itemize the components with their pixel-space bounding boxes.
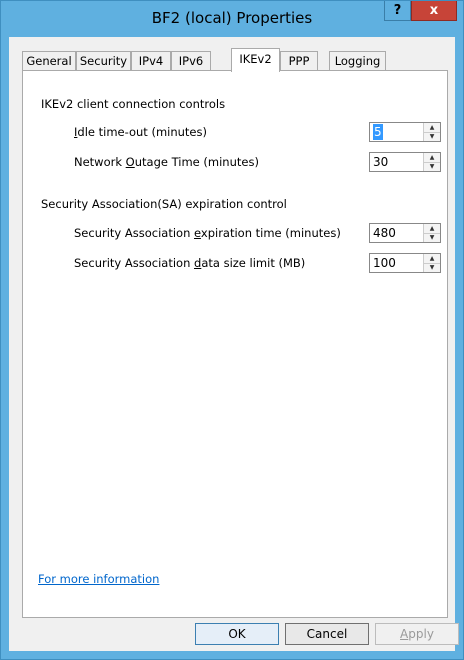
tab-general[interactable]: General [22, 51, 76, 71]
properties-dialog: BF2 (local) Properties ? x General Secur… [0, 0, 464, 660]
idle-timeout-value[interactable]: 5 [373, 124, 383, 140]
sa-data-size-value[interactable]: 100 [373, 255, 396, 271]
network-outage-label: Network Outage Time (minutes) [74, 155, 259, 169]
cancel-button[interactable]: Cancel [285, 623, 369, 645]
dialog-client-area: General Security IPv4 IPv6 IKEv2 PPP Log… [9, 37, 459, 651]
ikev2-tab-panel: IKEv2 client connection controls Idle ti… [22, 70, 448, 618]
spin-down-icon[interactable]: ▼ [424, 132, 440, 141]
sa-data-size-spin-buttons: ▲ ▼ [423, 254, 440, 272]
apply-button[interactable]: Apply [375, 623, 459, 645]
help-button[interactable]: ? [384, 1, 411, 21]
idle-timeout-label: Idle time-out (minutes) [74, 125, 207, 139]
sa-expiration-label: Security Association expiration time (mi… [74, 226, 341, 240]
spin-down-icon[interactable]: ▼ [424, 263, 440, 272]
sa-data-size-spinner[interactable]: 100 ▲ ▼ [369, 253, 441, 273]
close-button[interactable]: x [411, 1, 457, 21]
sa-expiration-spinner[interactable]: 480 ▲ ▼ [369, 223, 441, 243]
tab-logging[interactable]: Logging [329, 51, 386, 71]
sa-expiration-spin-buttons: ▲ ▼ [423, 224, 440, 242]
sa-data-size-label: Security Association data size limit (MB… [74, 256, 306, 270]
tab-ipv4[interactable]: IPv4 [131, 51, 171, 71]
client-controls-heading: IKEv2 client connection controls [41, 97, 226, 111]
ok-button[interactable]: OK [195, 623, 279, 645]
sa-controls-heading: Security Association(SA) expiration cont… [41, 197, 287, 211]
more-information-link[interactable]: For more information [38, 572, 159, 586]
spin-down-icon[interactable]: ▼ [424, 162, 440, 171]
network-outage-spin-buttons: ▲ ▼ [423, 153, 440, 171]
idle-timeout-spinner[interactable]: 5 ▲ ▼ [369, 122, 441, 142]
tab-ppp[interactable]: PPP [280, 51, 318, 71]
network-outage-value[interactable]: 30 [373, 154, 388, 170]
network-outage-spinner[interactable]: 30 ▲ ▼ [369, 152, 441, 172]
sa-expiration-value[interactable]: 480 [373, 225, 396, 241]
title-bar[interactable]: BF2 (local) Properties ? x [1, 1, 463, 37]
tab-ipv6[interactable]: IPv6 [171, 51, 211, 71]
spin-down-icon[interactable]: ▼ [424, 233, 440, 242]
tab-ikev2[interactable]: IKEv2 [231, 48, 280, 72]
tab-security[interactable]: Security [76, 51, 131, 71]
idle-timeout-spin-buttons: ▲ ▼ [423, 123, 440, 141]
